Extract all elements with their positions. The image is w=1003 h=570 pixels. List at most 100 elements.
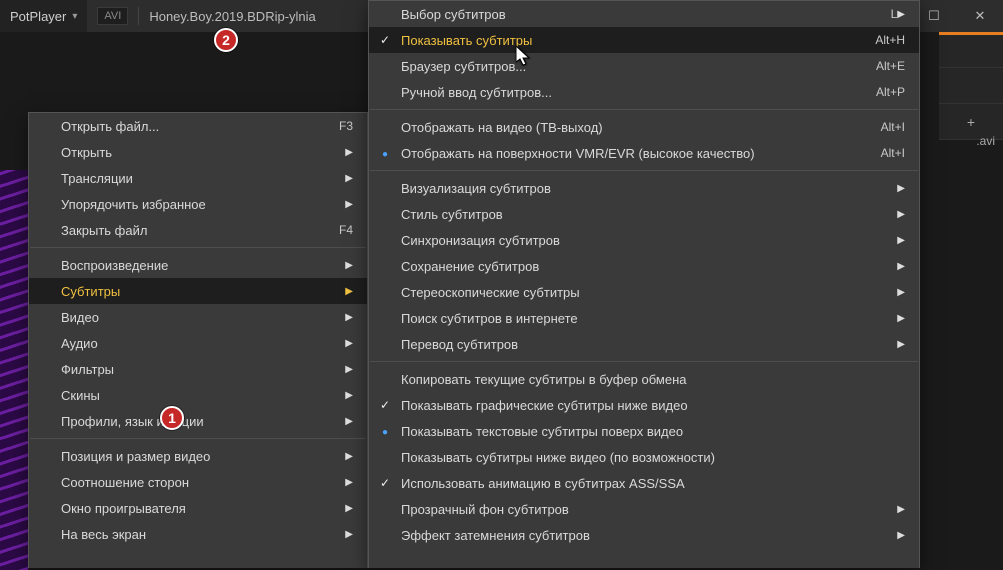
m1-item[interactable]: Скины▶ — [29, 382, 367, 408]
menu-item-shortcut: Alt+I — [881, 146, 905, 160]
menu-item-label: Открыть — [61, 145, 345, 160]
menu-item-shortcut: Alt+I — [881, 120, 905, 134]
annotation-badge-1: 1 — [160, 406, 184, 430]
submenu-arrow-icon: ▶ — [897, 504, 905, 515]
m2-item[interactable]: Стереоскопические субтитры▶ — [369, 279, 919, 305]
menu-separator — [370, 170, 918, 171]
submenu-arrow-icon: ▶ — [345, 364, 353, 375]
submenu-arrow-icon: ▶ — [897, 339, 905, 350]
m2-item[interactable]: Браузер субтитров...Alt+E — [369, 53, 919, 79]
playlist-tab-active[interactable] — [939, 32, 1003, 68]
m1-item[interactable]: Аудио▶ — [29, 330, 367, 356]
check-icon — [377, 398, 393, 412]
context-menu-main[interactable]: Открыть файл...F3Открыть▶Трансляции▶Упор… — [28, 112, 368, 568]
submenu-arrow-icon: ▶ — [345, 199, 353, 210]
playlist-sidebar: + — [939, 32, 1003, 140]
menu-item-shortcut: Alt+P — [876, 85, 905, 99]
submenu-arrow-icon: ▶ — [345, 477, 353, 488]
m1-item[interactable]: Видео▶ — [29, 304, 367, 330]
m2-item[interactable]: Прозрачный фон субтитров▶ — [369, 496, 919, 522]
m2-item[interactable]: Использовать анимацию в субтитрах ASS/SS… — [369, 470, 919, 496]
m2-item[interactable]: Показывать текстовые субтитры поверх вид… — [369, 418, 919, 444]
m2-item[interactable]: Стиль субтитров▶ — [369, 201, 919, 227]
m1-item[interactable]: Соотношение сторон▶ — [29, 469, 367, 495]
m2-item[interactable]: Сохранение субтитров▶ — [369, 253, 919, 279]
m2-item[interactable]: Показывать субтитры ниже видео (по возмо… — [369, 444, 919, 470]
m2-item[interactable]: Показывать субтитрыAlt+H — [369, 27, 919, 53]
submenu-arrow-icon: ▶ — [345, 416, 353, 427]
annotation-badge-2: 2 — [214, 28, 238, 52]
m1-item[interactable]: Позиция и размер видео▶ — [29, 443, 367, 469]
submenu-arrow-icon: ▶ — [345, 529, 353, 540]
m2-item[interactable]: Перевод субтитров▶ — [369, 331, 919, 357]
menu-item-label: Показывать текстовые субтитры поверх вид… — [401, 424, 905, 439]
m1-item[interactable]: На весь экран▶ — [29, 521, 367, 547]
menu-separator — [30, 438, 366, 439]
menu-item-label: Упорядочить избранное — [61, 197, 345, 212]
submenu-arrow-icon: ▶ — [345, 390, 353, 401]
m1-item[interactable]: Открыть файл...F3 — [29, 113, 367, 139]
menu-item-shortcut: F3 — [339, 119, 353, 133]
menu-item-label: Ручной ввод субтитров... — [401, 85, 876, 100]
m2-item[interactable]: Копировать текущие субтитры в буфер обме… — [369, 366, 919, 392]
menu-item-label: Прозрачный фон субтитров — [401, 502, 897, 517]
m2-item[interactable]: Отображать на поверхности VMR/EVR (высок… — [369, 140, 919, 166]
submenu-arrow-icon: ▶ — [897, 261, 905, 272]
m2-item[interactable]: Показывать графические субтитры ниже вид… — [369, 392, 919, 418]
close-button[interactable]: ✕ — [957, 0, 1003, 32]
m2-item[interactable]: Отображать на видео (ТВ-выход)Alt+I — [369, 114, 919, 140]
menu-item-shortcut: F4 — [339, 223, 353, 237]
m2-item[interactable]: Эффект затемнения субтитров▶ — [369, 522, 919, 548]
m1-item[interactable]: Воспроизведение▶ — [29, 252, 367, 278]
radio-icon — [377, 424, 393, 438]
submenu-arrow-icon: ▶ — [345, 451, 353, 462]
menu-item-label: Перевод субтитров — [401, 337, 897, 352]
m1-item[interactable]: Профили, язык и опции▶ — [29, 408, 367, 434]
submenu-arrow-icon: ▶ — [897, 9, 905, 20]
app-menu-button[interactable]: PotPlayer ▾ — [0, 0, 87, 32]
m1-item[interactable]: Окно проигрывателя▶ — [29, 495, 367, 521]
menu-item-label: Визуализация субтитров — [401, 181, 897, 196]
m1-item[interactable]: Фильтры▶ — [29, 356, 367, 382]
menu-item-label: Скины — [61, 388, 345, 403]
m1-item[interactable]: Открыть▶ — [29, 139, 367, 165]
m1-item[interactable]: Трансляции▶ — [29, 165, 367, 191]
menu-item-label: Окно проигрывателя — [61, 501, 345, 516]
menu-item-label: Поиск субтитров в интернете — [401, 311, 897, 326]
radio-icon — [377, 146, 393, 160]
m2-item[interactable]: Ручной ввод субтитров...Alt+P — [369, 79, 919, 105]
menu-item-label: Стиль субтитров — [401, 207, 897, 222]
divider — [138, 7, 139, 25]
submenu-arrow-icon: ▶ — [897, 313, 905, 324]
submenu-arrow-icon: ▶ — [345, 286, 353, 297]
menu-item-shortcut: L — [891, 7, 898, 21]
menu-item-label: Фильтры — [61, 362, 345, 377]
menu-item-label: Показывать субтитры — [401, 33, 875, 48]
m2-item[interactable]: Поиск субтитров в интернете▶ — [369, 305, 919, 331]
m2-item[interactable]: Синхронизация субтитров▶ — [369, 227, 919, 253]
menu-item-shortcut: Alt+E — [876, 59, 905, 73]
check-icon — [377, 476, 393, 490]
m2-item[interactable]: Визуализация субтитров▶ — [369, 175, 919, 201]
submenu-arrow-icon: ▶ — [345, 147, 353, 158]
submenu-arrow-icon: ▶ — [897, 209, 905, 220]
m2-item[interactable]: Выбор субтитровL▶ — [369, 1, 919, 27]
submenu-arrow-icon: ▶ — [345, 260, 353, 271]
menu-separator — [30, 247, 366, 248]
submenu-arrow-icon: ▶ — [345, 503, 353, 514]
m1-item[interactable]: Субтитры▶ — [29, 278, 367, 304]
submenu-arrow-icon: ▶ — [897, 287, 905, 298]
submenu-arrow-icon: ▶ — [897, 235, 905, 246]
menu-item-label: Сохранение субтитров — [401, 259, 897, 274]
menu-item-label: Закрыть файл — [61, 223, 339, 238]
m1-item[interactable]: Закрыть файлF4 — [29, 217, 367, 243]
m1-item[interactable]: Упорядочить избранное▶ — [29, 191, 367, 217]
playlist-tab[interactable] — [939, 68, 1003, 104]
menu-item-label: Эффект затемнения субтитров — [401, 528, 897, 543]
submenu-arrow-icon: ▶ — [345, 173, 353, 184]
menu-separator — [370, 109, 918, 110]
file-title: Honey.Boy.2019.BDRip-ylnia — [149, 9, 315, 24]
menu-item-label: Трансляции — [61, 171, 345, 186]
check-icon — [377, 33, 393, 47]
context-menu-subtitles[interactable]: Выбор субтитровL▶Показывать субтитрыAlt+… — [368, 0, 920, 568]
